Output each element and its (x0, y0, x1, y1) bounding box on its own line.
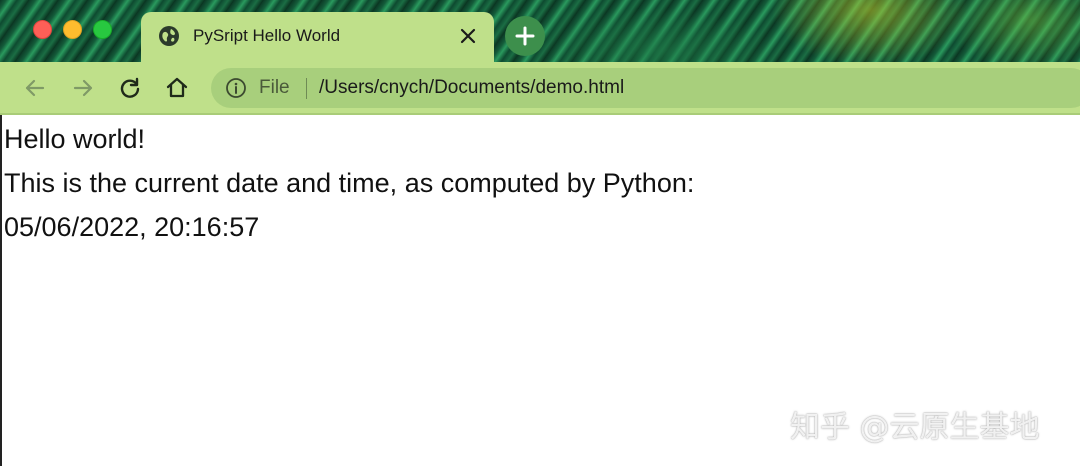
url-text[interactable]: /Users/cnych/Documents/demo.html (319, 77, 624, 99)
minimize-window-button[interactable] (63, 20, 82, 39)
info-icon[interactable] (225, 77, 247, 99)
greeting-text: Hello world! (4, 124, 146, 154)
datetime-text: 05/06/2022, 20:16:57 (4, 212, 260, 242)
address-separator (306, 78, 307, 99)
page-content: Hello world! This is the current date an… (4, 117, 1074, 249)
globe-icon (159, 26, 179, 46)
scheme-label: File (259, 77, 290, 98)
new-tab-button[interactable] (505, 16, 545, 56)
toolbar: File /Users/cnych/Documents/demo.html (0, 62, 1080, 115)
home-icon[interactable] (164, 75, 190, 101)
arrow-left-icon[interactable] (22, 75, 48, 101)
plus-icon (515, 26, 535, 46)
address-bar[interactable]: File /Users/cnych/Documents/demo.html (211, 68, 1080, 108)
tab-strip: PySript Hello World (0, 0, 1080, 62)
reload-icon[interactable] (117, 75, 143, 101)
close-icon[interactable] (457, 25, 479, 47)
arrow-right-icon[interactable] (70, 75, 96, 101)
maximize-window-button[interactable] (93, 20, 112, 39)
window-edge (0, 115, 2, 466)
watermark: 知乎 @云原生基地 (790, 410, 1040, 445)
tab-pyscript-hello-world[interactable]: PySript Hello World (141, 12, 494, 62)
browser-chrome: PySript Hello World File /Users/cnych/Do… (0, 0, 1080, 115)
description-text: This is the current date and time, as co… (4, 168, 695, 198)
close-window-button[interactable] (33, 20, 52, 39)
tab-title: PySript Hello World (193, 26, 341, 45)
